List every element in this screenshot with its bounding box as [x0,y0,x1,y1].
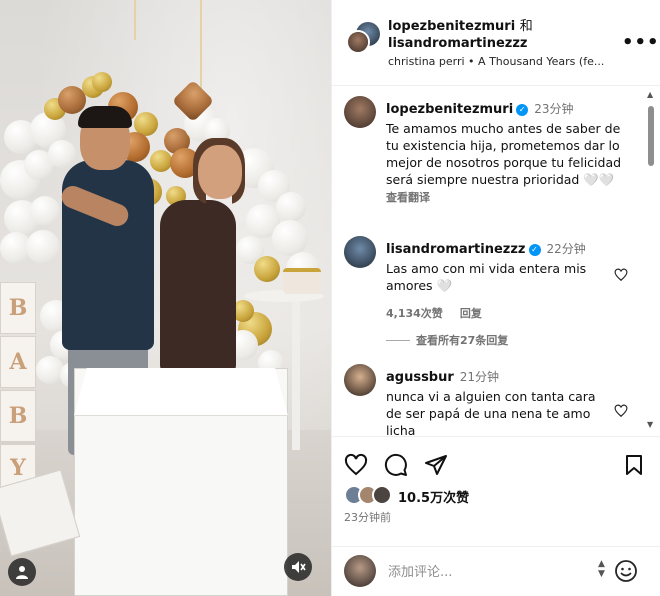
reveal-box-opening [74,368,288,416]
verified-badge-icon: ✓ [516,104,529,116]
commenter-username[interactable]: agussbur [386,370,454,385]
emoji-picker-icon[interactable] [614,559,638,583]
view-replies-link[interactable]: 查看所有27条回复 [416,332,508,348]
speaker-muted-icon [292,561,306,573]
post-timestamp[interactable]: 23分钟前 [344,509,391,525]
author-username[interactable]: lopezbenitezmuri [388,19,515,34]
comment-time[interactable]: 23分钟 [534,102,573,116]
current-user-avatar [344,555,376,587]
post-media[interactable]: B A B Y [0,0,331,596]
woman-face [198,145,242,199]
author-joiner: 和 [519,19,533,34]
tagged-people-button[interactable] [8,558,36,586]
author-avatar[interactable] [346,30,370,54]
letter-block: B [0,390,36,442]
verified-badge-icon: ✓ [528,244,541,256]
share-send-icon[interactable] [424,453,448,477]
see-translation-link[interactable]: 查看翻译 [386,189,636,205]
comment-bubble-icon[interactable] [384,453,408,477]
side-table [292,300,300,450]
comment-likes[interactable]: 4,134次赞 [386,307,443,320]
comment-time[interactable]: 21分钟 [460,370,499,384]
balloon-ribbon [134,0,136,40]
like-comment-heart-icon[interactable] [614,268,628,282]
like-comment-heart-icon[interactable] [614,404,628,418]
post-header: lopezbenitezmuri 和 lisandromartinezzz ch… [332,0,660,86]
commenter-username[interactable]: lisandromartinezzz [386,242,526,257]
person-icon [16,566,28,579]
more-options-button[interactable]: ••• [622,32,660,53]
woman [160,200,236,375]
replies-divider [386,339,410,341]
mute-button[interactable] [284,553,312,581]
commenter-avatar[interactable] [344,96,376,128]
post-authors: lopezbenitezmuri 和 lisandromartinezzz [388,18,533,52]
commenter-avatar[interactable] [344,364,376,396]
comments-list: lopezbenitezmuri ✓ 23分钟 Te amamos mucho an… [332,86,660,436]
add-comment-bar: 添加评论... ▲ ▼ [332,546,660,596]
coauthor-username[interactable]: lisandromartinezzz [388,36,528,51]
comment-time[interactable]: 22分钟 [547,242,586,256]
post-details-panel: lopezbenitezmuri 和 lisandromartinezzz ch… [331,0,660,596]
cake [283,268,321,294]
comment-input[interactable]: 添加评论... [388,561,452,580]
post-actions: 10.5万次赞 23分钟前 [332,436,660,546]
input-stepper[interactable]: ▲ ▼ [598,559,605,579]
scrollbar-thumb[interactable] [648,106,654,166]
scroll-down-arrow-icon[interactable]: ▼ [647,420,653,429]
likes-count[interactable]: 10.5万次赞 [398,487,469,506]
letter-block: A [0,336,36,388]
liked-by-avatars[interactable] [344,485,398,505]
man-hair [78,106,132,128]
reply-button[interactable]: 回复 [460,307,482,320]
commenter-avatar[interactable] [344,236,376,268]
commenter-username[interactable]: lopezbenitezmuri [386,102,513,117]
audio-track-link[interactable]: christina perri • A Thousand Years (fe..… [388,55,604,68]
comment-text: Las amo con mi vida entera mis amores 🤍 [386,261,587,293]
letter-block: B [0,282,36,334]
comment-text: Te amamos mucho antes de saber de tu exi… [386,121,622,187]
liker-avatar [372,485,392,505]
comment-text: nunca vi a alguien con tanta cara de ser… [386,389,596,436]
comments-scrollbar[interactable]: ▲ ▼ [646,90,656,430]
balloon-ribbon [200,0,202,95]
like-heart-icon[interactable] [344,453,368,477]
scroll-up-arrow-icon[interactable]: ▲ [647,90,653,99]
save-bookmark-icon[interactable] [622,453,646,477]
